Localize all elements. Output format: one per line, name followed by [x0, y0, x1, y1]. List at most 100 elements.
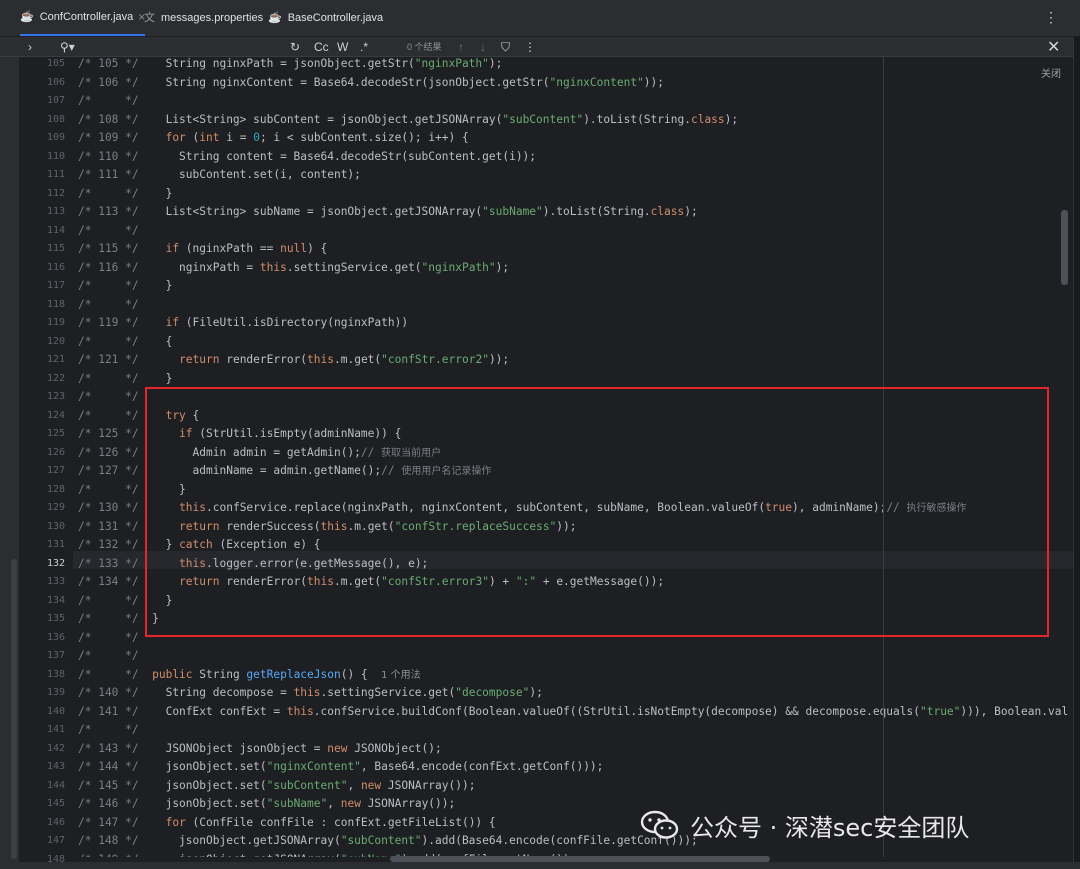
next-occurrence-icon[interactable]: ↓ — [480, 38, 486, 56]
line-number: 113 — [46, 206, 65, 217]
line-number: 138 — [46, 668, 65, 680]
code-line: /* */ — [78, 647, 152, 665]
code-token: new — [360, 778, 382, 792]
code-token: ) { — [307, 242, 328, 255]
line-number: 108 — [46, 113, 65, 125]
code-token: .settingService.get( — [286, 260, 422, 274]
tab-label: ConfController.java — [39, 11, 134, 23]
code-token: 0 — [253, 131, 260, 144]
code-token: "true" — [919, 704, 961, 718]
line-number: 143 — [46, 761, 65, 772]
decompiler-line-marker: /* 144 */ — [78, 760, 139, 773]
decompiler-line-marker: /* 148 */ — [78, 834, 139, 847]
code-token: (FileUtil.isDirectory(nginxPath)) — [179, 316, 409, 329]
code-token: new — [327, 741, 348, 755]
code-token: for — [165, 131, 186, 144]
code-line: /* */ — [78, 296, 152, 314]
decompiler-line-marker: /* 105 */ — [78, 57, 139, 70]
watermark-text: 公众号 · 深潜sec安全团队 — [690, 813, 970, 842]
line-number: 141 — [46, 724, 65, 735]
code-token: "nginxPath" — [421, 260, 496, 274]
code-token: subContent.set(i, content); — [165, 168, 361, 181]
code-token: new — [340, 797, 361, 810]
regex-toggle[interactable]: .* — [360, 38, 368, 56]
match-case-toggle[interactable]: Cc — [314, 38, 329, 56]
code-line: /* */ — [78, 222, 152, 240]
code-token: "subContent" — [502, 112, 584, 126]
decompiler-line-marker: /* */ — [78, 223, 139, 237]
whole-word-toggle[interactable]: W — [337, 38, 348, 56]
code-line: /* 115 */ if (nginxPath == null) { — [78, 240, 327, 258]
tab-confcontroller[interactable]: ☕ ConfController.java × — [20, 0, 146, 36]
code-token: this — [259, 260, 287, 274]
decompiler-line-marker: /* 127 */ — [78, 464, 139, 477]
code-token: i = — [219, 131, 254, 144]
decompiler-line-marker: /* 132 */ — [78, 538, 139, 551]
decompiler-line-marker: /* */ — [78, 279, 139, 292]
code-token: (ConfFile confFile : confExt.getFileList… — [185, 815, 496, 829]
line-number: 118 — [46, 298, 65, 310]
line-number: 145 — [46, 798, 65, 809]
filter-icon[interactable]: ⛉ — [501, 38, 510, 56]
line-number: 130 — [46, 520, 65, 532]
code-token: this — [293, 686, 321, 699]
tab-label: messages.properties — [161, 12, 264, 24]
code-token: public — [152, 667, 193, 681]
line-number: 137 — [46, 650, 65, 661]
previous-occurrence-icon[interactable]: ↑ — [458, 38, 464, 56]
line-number: 126 — [46, 446, 65, 458]
decompiler-line-marker: /* 113 */ — [78, 205, 139, 218]
code-token: .m.get( — [334, 353, 382, 366]
code-line: /* 108 */ List<String> subContent = json… — [78, 111, 738, 129]
line-number: 110 — [46, 150, 65, 162]
code-token: ); — [495, 260, 510, 274]
line-number: 142 — [46, 742, 65, 754]
line-number: 120 — [46, 335, 65, 347]
close-find-icon[interactable]: ✕ — [1047, 37, 1060, 56]
tab-basecontroller[interactable]: ☕ BaseController.java — [268, 0, 383, 36]
code-line: /* 148 */ jsonObject.getJSONArray("subCo… — [78, 832, 698, 850]
code-token: ( — [185, 131, 200, 144]
translate-icon: 文 — [144, 11, 155, 24]
code-token: ConfExt confExt = — [152, 704, 287, 718]
code-token: jsonObject.set( — [152, 760, 267, 773]
line-number: 124 — [46, 409, 65, 421]
code-token: String decompose = — [152, 686, 294, 699]
code-token: if — [165, 242, 180, 255]
code-token: .settingService.get( — [320, 686, 456, 699]
decompiler-line-marker: /* */ — [78, 482, 139, 496]
more-options-icon[interactable]: ⋮ — [524, 38, 536, 56]
code-token: String nginxContent = Base64.decodeStr(j… — [165, 75, 550, 89]
left-scroll-thumb[interactable] — [11, 559, 17, 859]
refresh-icon[interactable]: ↻ — [290, 38, 300, 56]
line-number: 131 — [46, 539, 65, 550]
decompiler-line-marker: /* */ — [78, 667, 139, 681]
search-history-icon[interactable]: ⚲▾ — [60, 38, 75, 56]
expand-replace-icon[interactable]: › — [28, 38, 32, 56]
tab-messages-properties[interactable]: 文 messages.properties — [144, 0, 263, 36]
decompiler-line-marker: /* 146 */ — [78, 797, 139, 810]
code-token: ); — [684, 205, 698, 218]
code-line: /* */ public String getReplaceJson() { 1… — [78, 666, 421, 684]
line-number: 136 — [46, 631, 65, 643]
tab-options-icon[interactable]: ⋮ — [1044, 9, 1058, 26]
line-number: 129 — [46, 502, 65, 513]
code-token: class — [690, 112, 725, 126]
java-class-icon: ☕ — [268, 11, 282, 24]
code-token: String nginxPath = jsonObject.getStr( — [165, 57, 415, 70]
decompiler-line-marker: /* 133 */ — [78, 556, 139, 570]
decompiler-line-marker: /* */ — [78, 94, 139, 107]
line-number: 106 — [46, 76, 65, 88]
vertical-scrollbar[interactable] — [1061, 210, 1068, 285]
decompiler-line-marker: /* 134 */ — [78, 575, 139, 588]
decompiler-line-marker: /* */ — [78, 649, 139, 662]
line-number: 127 — [46, 465, 65, 476]
decompiler-line-marker: /* 131 */ — [78, 519, 139, 533]
code-line: /* 147 */ for (ConfFile confFile : confE… — [78, 814, 496, 832]
decompiler-line-marker: /* 145 */ — [78, 778, 139, 792]
decompiler-line-marker: /* */ — [78, 612, 139, 625]
code-token: return — [179, 353, 220, 366]
code-line: /* */ — [78, 629, 152, 647]
code-line: /* 140 */ String decompose = this.settin… — [78, 684, 543, 702]
watermark: 公众号 · 深潜sec安全团队 — [640, 805, 969, 845]
